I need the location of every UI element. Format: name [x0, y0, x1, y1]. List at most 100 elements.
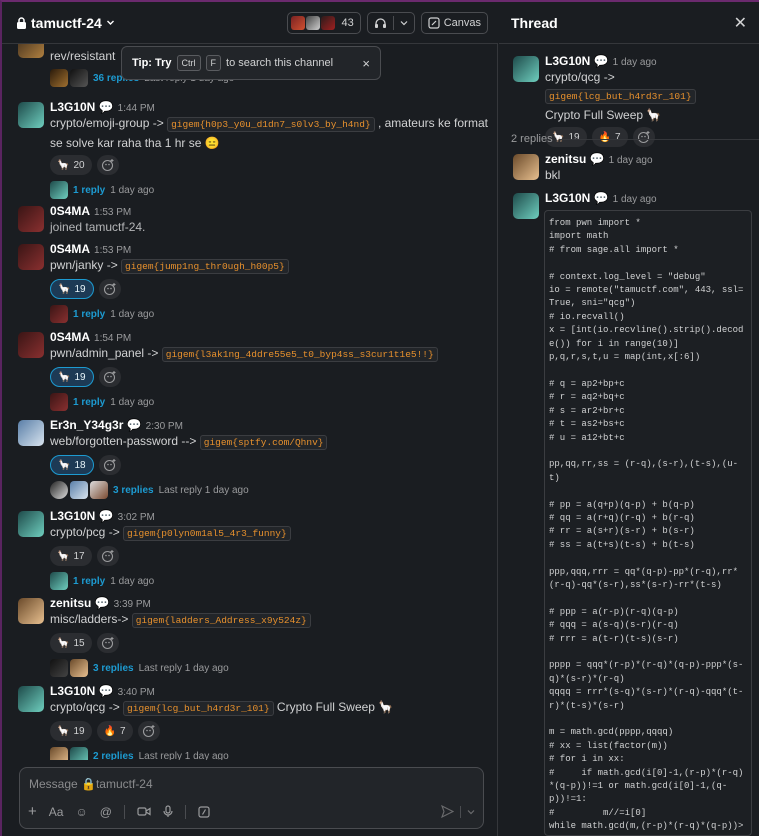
message-text-suffix: Crypto Full Sweep 🦙 — [276, 700, 394, 714]
huddle-button[interactable] — [366, 11, 415, 34]
thread-replies-link[interactable]: 2 replies — [93, 751, 134, 761]
message-time[interactable]: 1:44 PM — [118, 103, 155, 114]
sender-name[interactable]: L3G10N — [545, 54, 590, 68]
user-avatar[interactable] — [18, 206, 44, 232]
reaction-count: 15 — [73, 637, 85, 649]
sender-name[interactable]: zenitsu — [50, 596, 91, 610]
flag-code: gigem{ladders_Address_x9y524z} — [131, 613, 311, 628]
message-time[interactable]: 1 day ago — [613, 194, 657, 205]
sender-name[interactable]: L3G10N — [50, 684, 95, 698]
message-time[interactable]: 3:40 PM — [118, 687, 155, 698]
message-text: crypto/emoji-group -> — [50, 116, 164, 130]
members-button[interactable]: 43 — [287, 11, 361, 34]
message-time[interactable]: 1 day ago — [613, 57, 657, 68]
message-time[interactable]: 3:02 PM — [118, 512, 155, 523]
add-reaction-button[interactable] — [96, 546, 119, 566]
sender-name[interactable]: 0S4MA — [50, 204, 90, 218]
message-composer[interactable]: Message 🔒tamuctf-24 + Aa ☺ @ — [19, 767, 484, 829]
thread-header: Thread ✕ — [499, 2, 759, 44]
channel-header: tamuctf-24 43 Canvas — [2, 2, 498, 44]
sender-name[interactable]: L3G10N — [50, 100, 95, 114]
sender-name[interactable]: L3G10N — [545, 191, 590, 205]
slash-command-icon[interactable] — [198, 805, 210, 818]
tip-suffix: to search this channel — [226, 57, 334, 69]
reaction-count: 18 — [74, 459, 86, 471]
add-emoji-icon — [101, 637, 114, 650]
channel-title-button[interactable]: tamuctf-24 — [16, 15, 115, 31]
thread-parent-message: L3G10N 💬 1 day ago crypto/qcg -> gigem{lc… — [499, 54, 759, 147]
reaction-button[interactable]: 🦙 19 — [50, 367, 94, 387]
llama-emoji-icon: 🦙 — [58, 459, 71, 471]
reaction-button[interactable]: 🦙 19 — [50, 279, 94, 299]
tip-close-button[interactable]: × — [362, 56, 370, 71]
message-item: L3G10N 💬 3:02 PM crypto/pcg -> gigem{p0ly… — [2, 509, 498, 594]
sender-name[interactable]: 0S4MA — [50, 242, 90, 256]
thread-replies-link[interactable]: 3 replies — [93, 663, 134, 674]
sender-name[interactable]: zenitsu — [545, 152, 586, 166]
replies-divider: 2 replies — [499, 132, 759, 146]
thread-replies-link[interactable]: 1 reply — [73, 185, 105, 196]
reaction-button[interactable]: 🦙 20 — [50, 155, 92, 175]
sender-name[interactable]: 0S4MA — [50, 330, 90, 344]
add-reaction-button[interactable] — [98, 455, 121, 475]
close-thread-button[interactable]: ✕ — [734, 13, 747, 33]
microphone-icon[interactable] — [163, 805, 173, 818]
format-text-icon[interactable]: Aa — [49, 805, 64, 819]
flag-code: gigem{sptfy.com/Qhnv} — [199, 435, 328, 450]
reaction-button[interactable]: 🦙 17 — [50, 546, 92, 566]
tip-prefix: Tip: Try — [132, 57, 172, 69]
add-reaction-button[interactable] — [96, 633, 119, 653]
reaction-button[interactable]: 🦙 19 — [50, 721, 92, 741]
message-time[interactable]: 2:30 PM — [146, 421, 183, 432]
user-avatar[interactable] — [513, 154, 539, 180]
user-avatar[interactable] — [18, 332, 44, 358]
user-avatar[interactable] — [18, 44, 44, 58]
thread-replies-link[interactable]: 1 reply — [73, 397, 105, 408]
user-avatar[interactable] — [513, 193, 539, 219]
sender-name[interactable]: L3G10N — [50, 509, 95, 523]
llama-emoji-icon: 🦙 — [57, 159, 70, 171]
replier-avatar — [50, 393, 68, 411]
thread-replies-link[interactable]: 1 reply — [73, 576, 105, 587]
message-time[interactable]: 1 day ago — [609, 155, 653, 166]
thread-replies-link[interactable]: 1 reply — [73, 309, 105, 320]
message-text: crypto/qcg -> — [50, 700, 120, 714]
last-reply-time: 1 day ago — [110, 184, 155, 196]
send-icon[interactable] — [441, 805, 454, 818]
user-avatar[interactable] — [18, 420, 44, 446]
plus-icon[interactable]: + — [28, 803, 37, 820]
emoji-icon[interactable]: ☺ — [75, 805, 87, 819]
message-time[interactable]: 1:53 PM — [94, 207, 131, 218]
chevron-down-icon[interactable] — [467, 808, 475, 816]
replies-count: 2 replies — [511, 133, 553, 145]
message-item: L3G10N 💬 3:40 PM crypto/qcg -> gigem{lcg_… — [2, 684, 498, 760]
reaction-count: 20 — [73, 159, 85, 171]
llama-emoji-icon: 🦙 — [57, 637, 70, 649]
message-time[interactable]: 3:39 PM — [114, 599, 151, 610]
message-time[interactable]: 1:54 PM — [94, 333, 131, 344]
canvas-icon — [428, 16, 440, 29]
user-avatar[interactable] — [513, 56, 539, 82]
thread-replies-link[interactable]: 3 replies — [113, 485, 154, 496]
video-icon[interactable] — [137, 806, 151, 817]
user-avatar[interactable] — [18, 511, 44, 537]
sender-name[interactable]: Er3n_Y34g3r — [50, 418, 123, 432]
reaction-button[interactable]: 🦙 18 — [50, 455, 94, 475]
replier-avatar — [50, 181, 68, 199]
mention-icon[interactable]: @ — [100, 805, 112, 819]
add-reaction-button[interactable] — [137, 721, 160, 741]
reaction-button[interactable]: 🔥 7 — [96, 721, 133, 741]
composer-placeholder[interactable]: Message 🔒tamuctf-24 — [29, 777, 153, 791]
reaction-button[interactable]: 🦙 15 — [50, 633, 92, 653]
user-avatar[interactable] — [18, 102, 44, 128]
user-avatar[interactable] — [18, 598, 44, 624]
replier-avatar — [70, 747, 88, 760]
add-reaction-button[interactable] — [98, 279, 121, 299]
message-text: crypto/pcg -> — [50, 525, 120, 539]
canvas-button[interactable]: Canvas — [420, 11, 488, 34]
user-avatar[interactable] — [18, 244, 44, 270]
message-time[interactable]: 1:53 PM — [94, 245, 131, 256]
add-reaction-button[interactable] — [96, 155, 119, 175]
user-avatar[interactable] — [18, 686, 44, 712]
add-reaction-button[interactable] — [98, 367, 121, 387]
